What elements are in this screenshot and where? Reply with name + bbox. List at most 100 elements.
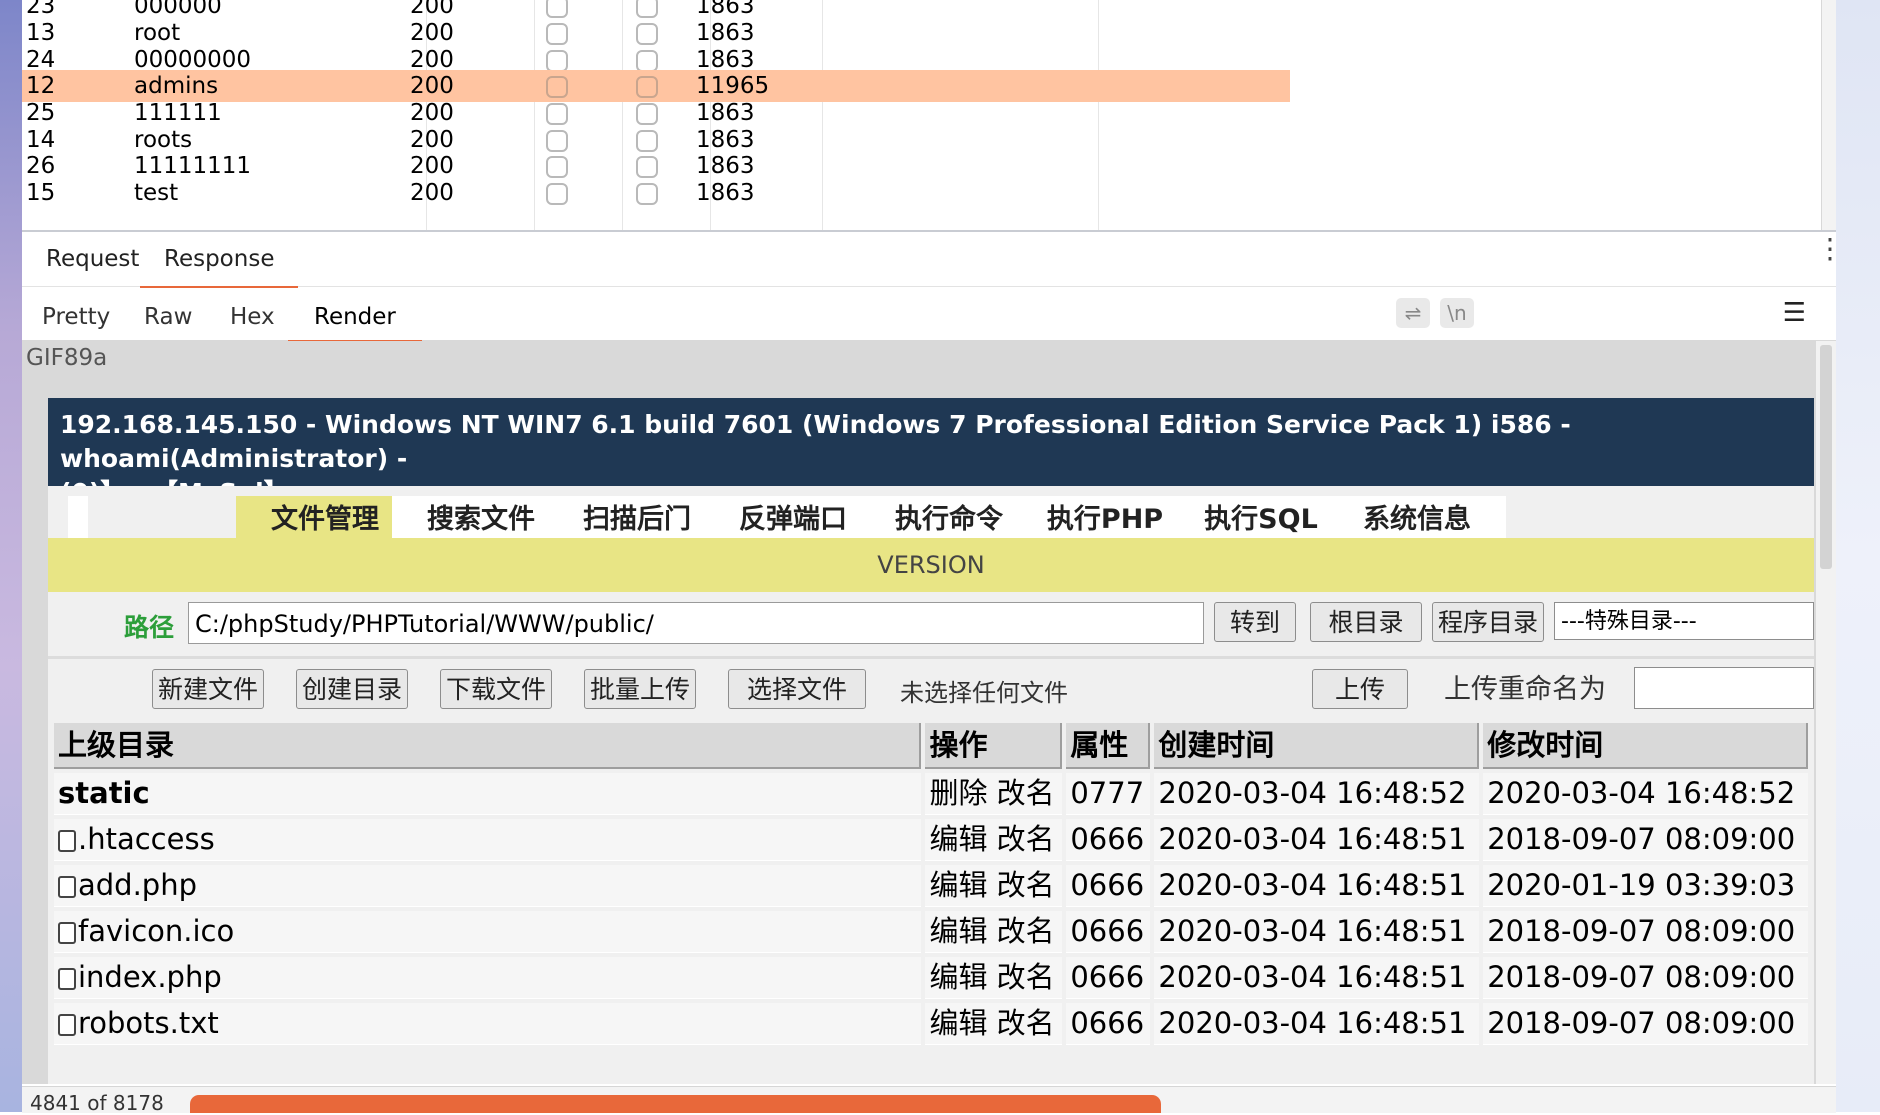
tab-response[interactable]: Response [140,232,299,289]
file-name-cell[interactable]: robots.txt [54,1003,922,1045]
file-attributes: 0666 [1066,911,1151,953]
error-checkbox[interactable] [546,156,568,178]
timeout-checkbox[interactable] [636,156,658,178]
file-operations[interactable]: 编辑 改名 [925,911,1063,953]
file-name[interactable]: robots.txt [78,1006,219,1040]
file-modified-time: 2018-09-07 08:09:00 [1483,957,1808,999]
error-checkbox[interactable] [546,0,568,18]
file-attributes: 0666 [1066,957,1151,999]
file-select-checkbox[interactable] [58,922,76,944]
download-file-button[interactable]: 下载文件 [440,669,552,709]
nav-exec-php[interactable]: 执行PHP [1016,496,1194,538]
file-modified-time: 2020-01-19 03:39:03 [1483,865,1808,907]
file-name[interactable]: .htaccess [78,822,215,856]
wrap-lines-icon[interactable]: ⇌ [1396,298,1430,328]
error-checkbox[interactable] [546,130,568,152]
tab-render[interactable]: Render [288,288,422,343]
file-table-header: 上级目录 操作 属性 创建时间 修改时间 [54,723,1808,769]
timeout-checkbox[interactable] [636,103,658,125]
file-attributes: 0666 [1066,865,1151,907]
file-created-time: 2020-03-04 16:48:51 [1154,957,1480,999]
upload-button[interactable]: 上传 [1312,669,1408,709]
nav-system-info[interactable]: 系统信息 [1328,496,1506,538]
root-dir-button[interactable]: 根目录 [1310,602,1422,642]
file-operations[interactable]: 编辑 改名 [925,957,1063,999]
tab-hex[interactable]: Hex [230,288,275,340]
upload-rename-input[interactable] [1634,667,1814,709]
burp-intruder-results-window: 23 000000 200 1863 13 root 200 1863 24 00000000 20… [22,0,1844,1115]
file-created-time: 2020-03-04 16:48:51 [1154,1003,1480,1045]
webshell-page: 192.168.145.150 - Windows NT WIN7 6.1 bu… [48,398,1814,1084]
file-select-checkbox[interactable] [58,968,76,990]
more-options-icon[interactable]: ⋮ [1816,235,1844,263]
file-operations[interactable]: 编辑 改名 [925,819,1063,861]
file-operations[interactable]: 编辑 改名 [925,865,1063,907]
file-name[interactable]: index.php [78,960,222,994]
goto-button[interactable]: 转到 [1214,602,1296,642]
file-modified-time: 2018-09-07 08:09:00 [1483,911,1808,953]
directory-link[interactable]: static [58,776,150,810]
col-created: 创建时间 [1154,723,1480,769]
col-modified: 修改时间 [1483,723,1808,769]
show-newlines-toggle[interactable]: \n [1440,298,1474,328]
col-parent-dir[interactable]: 上级目录 [54,723,922,769]
timeout-checkbox[interactable] [636,76,658,98]
error-checkbox[interactable] [546,183,568,205]
choose-file-button[interactable]: 选择文件 [728,669,866,709]
create-dir-button[interactable]: 创建目录 [296,669,408,709]
file-name[interactable]: favicon.ico [78,914,234,948]
file-name-cell[interactable]: static [54,773,922,815]
hamburger-menu-icon[interactable]: ☰ [1783,300,1806,326]
nav-exec-sql[interactable]: 执行SQL [1172,496,1350,538]
file-row: .htaccess 编辑 改名 0666 2020-03-04 16:48:51 201… [54,819,1808,861]
new-file-button[interactable]: 新建文件 [152,669,264,709]
server-info-banner: 192.168.145.150 - Windows NT WIN7 6.1 bu… [48,398,1814,507]
results-table: 23 000000 200 1863 13 root 200 1863 24 00000000 20… [22,0,1836,232]
timeout-checkbox[interactable] [636,50,658,72]
render-scrollbar-thumb[interactable] [1820,345,1832,569]
file-name-cell[interactable]: add.php [54,865,922,907]
error-checkbox[interactable] [546,103,568,125]
special-dir-select[interactable]: ---特殊目录--- [1554,602,1814,640]
timeout-checkbox[interactable] [636,0,658,18]
desktop-background-right [1836,0,1880,1112]
nav-search-files[interactable]: 搜索文件 [392,496,570,538]
tab-raw[interactable]: Raw [144,288,192,340]
nav-spacer [68,496,88,538]
file-select-checkbox[interactable] [58,876,76,898]
file-operations[interactable]: 删除 改名 [925,773,1063,815]
file-row: favicon.ico 编辑 改名 0666 2020-03-04 16:48:51 2… [54,911,1808,953]
file-modified-time: 2020-03-04 16:48:52 [1483,773,1808,815]
error-checkbox[interactable] [546,23,568,45]
error-checkbox[interactable] [546,50,568,72]
file-select-checkbox[interactable] [58,830,76,852]
file-select-checkbox[interactable] [58,1014,76,1036]
result-row[interactable]: 15 test 200 1863 [22,177,1290,209]
timeout-checkbox[interactable] [636,130,658,152]
path-input[interactable]: C:/phpStudy/PHPTutorial/WWW/public/ [188,602,1204,644]
error-checkbox[interactable] [546,76,568,98]
file-name-cell[interactable]: index.php [54,957,922,999]
batch-upload-button[interactable]: 批量上传 [584,669,696,709]
timeout-checkbox[interactable] [636,183,658,205]
tab-pretty[interactable]: Pretty [42,288,110,340]
nav-scan-backdoor[interactable]: 扫描后门 [548,496,726,538]
results-scrollbar[interactable] [1821,0,1836,230]
nav-file-management[interactable]: 文件管理 [236,496,414,538]
payload-cell: test [134,180,179,206]
timeout-checkbox[interactable] [636,23,658,45]
file-name-cell[interactable]: favicon.ico [54,911,922,953]
program-dir-button[interactable]: 程序目录 [1432,602,1544,642]
nav-exec-command[interactable]: 执行命令 [860,496,1038,538]
file-operations[interactable]: 编辑 改名 [925,1003,1063,1045]
nav-reverse-port[interactable]: 反弹端口 [704,496,882,538]
webshell-nav: 文件管理 搜索文件 扫描后门 反弹端口 执行命令 执行PHP 执行SQL 系统信… [48,486,1814,538]
file-attributes: 0666 [1066,819,1151,861]
file-created-time: 2020-03-04 16:48:51 [1154,865,1480,907]
file-row: add.php 编辑 改名 0666 2020-03-04 16:48:51 2020-… [54,865,1808,907]
gif-header-text: GIF89a [26,345,108,371]
file-name[interactable]: add.php [78,868,197,902]
render-scrollbar[interactable] [1816,341,1836,1084]
file-name-cell[interactable]: .htaccess [54,819,922,861]
tab-request[interactable]: Request [42,232,143,286]
